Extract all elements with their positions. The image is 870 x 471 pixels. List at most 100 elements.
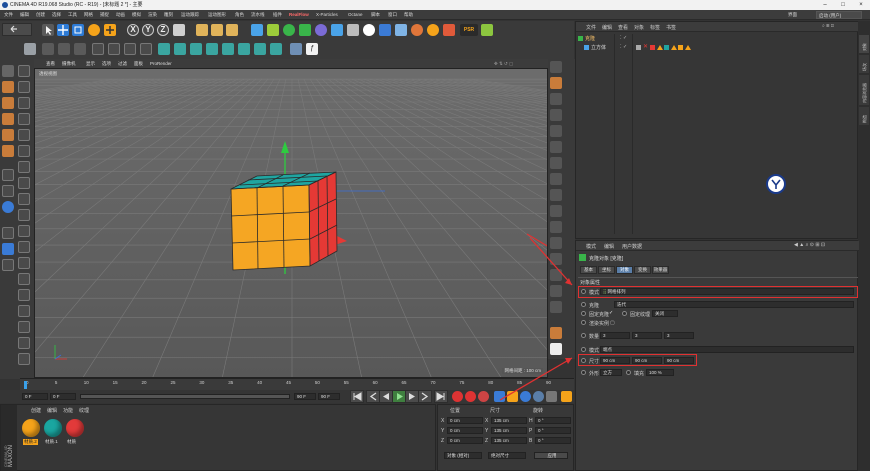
tool-f-icon[interactable] (550, 141, 562, 153)
perspective-viewport[interactable]: 透视视图 网格间距 : 100 cm (34, 68, 548, 378)
edges-mode-icon[interactable] (108, 43, 120, 55)
fix-texture-dropdown[interactable]: 关闭 (652, 310, 678, 317)
realflow-emitter-icon[interactable] (379, 24, 391, 36)
prev-frame-button[interactable] (379, 390, 393, 403)
triangulate-icon[interactable] (18, 353, 30, 365)
tool-j-icon[interactable] (550, 205, 562, 217)
attribute-tab[interactable]: 坐标 (598, 266, 615, 274)
menu-plugins[interactable]: 插件 (273, 10, 282, 20)
shape-radio[interactable] (581, 370, 586, 375)
y-axis-lock-button[interactable]: Y (142, 24, 154, 36)
fix-clone-radio[interactable] (581, 311, 586, 316)
knife-icon[interactable] (2, 145, 14, 157)
texture-axis-icon[interactable] (2, 97, 14, 109)
tool-o-icon[interactable] (550, 285, 562, 297)
menu-snap[interactable]: 捕捉 (100, 10, 109, 20)
position-key-icon[interactable] (494, 391, 505, 402)
coord-apply-button[interactable]: 应用 (534, 452, 568, 459)
vp-menu-options[interactable]: 选项 (102, 59, 111, 68)
x-axis-lock-button[interactable]: X (127, 24, 139, 36)
menu-sculpt[interactable]: 雕刻 (164, 10, 173, 20)
om-nav-icons[interactable]: ⌕ ⊞ ⊡ (822, 23, 834, 29)
sculpt-brush-icon[interactable] (550, 77, 562, 89)
environment-icon[interactable] (331, 24, 343, 36)
tag-selection3-icon[interactable] (685, 45, 691, 50)
menu-render[interactable]: 渲染 (148, 10, 157, 20)
xparticles-emitter-icon[interactable] (443, 24, 455, 36)
vp-menu-prorender[interactable]: ProRender (150, 59, 172, 68)
playhead[interactable] (24, 381, 27, 389)
vp-nav-icons[interactable]: ✥ ⇅ ↺ ▢ (494, 59, 513, 68)
om-menu-object[interactable]: 对象 (634, 24, 644, 31)
menu-octane[interactable]: Octane (348, 10, 363, 20)
tag-phong-icon[interactable] (636, 45, 641, 50)
close-hole-icon[interactable] (18, 257, 30, 269)
menu-realflow[interactable]: RealFlow (289, 10, 309, 20)
instance-mode-radio[interactable] (581, 320, 586, 325)
xp-question-icon[interactable] (190, 43, 202, 55)
texture-icon[interactable] (2, 81, 14, 93)
xp-cache-icon[interactable] (206, 43, 218, 55)
subdivision-surface-icon[interactable] (283, 24, 295, 36)
menu-script[interactable]: 脚本 (371, 10, 380, 20)
menu-file[interactable]: 文件 (4, 10, 13, 20)
xp-expression-icon[interactable]: ƒ (306, 43, 318, 55)
tag-selection2-icon[interactable] (671, 45, 677, 50)
coord-rotation-field[interactable]: 0 ° (535, 417, 571, 424)
play-button[interactable] (392, 390, 406, 403)
menu-mesh[interactable]: 网格 (84, 10, 93, 20)
rotation-key-icon[interactable] (520, 391, 531, 402)
current-frame-field[interactable]: 0 F (50, 393, 76, 400)
attribute-tab[interactable]: 效果器 (652, 266, 669, 274)
coord-size-mode-dropdown[interactable]: 绝对尺寸 (488, 452, 526, 459)
goto-start-button[interactable] (350, 390, 364, 403)
loop-cut-icon[interactable] (18, 193, 30, 205)
octane-live-viewer-icon[interactable] (481, 24, 493, 36)
record-active-icon[interactable] (452, 391, 463, 402)
psr-button[interactable]: PSR (460, 24, 478, 36)
coord-size-field[interactable]: 135 cm (491, 427, 527, 434)
close-button[interactable]: × (852, 0, 870, 10)
soft-selection-icon[interactable] (2, 243, 14, 255)
cube-visibility-dots[interactable]: ⁚ ✓ (620, 44, 627, 50)
tool-e-icon[interactable] (550, 125, 562, 137)
layer-manager-icon[interactable] (2, 227, 14, 239)
model-mode-icon[interactable] (42, 43, 54, 55)
smooth-icon[interactable] (18, 145, 30, 157)
max-frame-field[interactable]: 90 F (318, 393, 340, 400)
layout-dropdown[interactable]: 启动 (用户) (816, 11, 862, 19)
xp-shelf-icon[interactable] (290, 43, 302, 55)
size-z-field[interactable]: 90 cm (664, 357, 694, 364)
tag-material-teal-icon[interactable] (664, 45, 669, 50)
tag-selection-icon[interactable] (657, 45, 663, 50)
xp-skinner-icon[interactable] (270, 43, 282, 55)
side-tab-structure[interactable]: 构造 (859, 107, 869, 125)
brush-tool-icon[interactable] (18, 65, 30, 77)
fill-field[interactable]: 100 % (646, 369, 674, 376)
am-menu-userdata[interactable]: 用户数据 (622, 243, 642, 250)
menu-help[interactable]: 帮助 (404, 10, 413, 20)
tool-n-icon[interactable] (550, 269, 562, 281)
timeline-menu-icon[interactable] (561, 391, 572, 402)
object-axis-icon[interactable] (2, 113, 14, 125)
live-selection-icon[interactable] (18, 81, 30, 93)
coordinate-system-icon[interactable] (173, 24, 185, 36)
viewport-solo-icon[interactable] (2, 259, 14, 271)
pen-spline-icon[interactable] (267, 24, 279, 36)
tool-g-icon[interactable] (550, 157, 562, 169)
menu-simulate[interactable]: 模拟 (132, 10, 141, 20)
fill-radio[interactable] (626, 370, 631, 375)
tool-h-icon[interactable] (550, 173, 562, 185)
extrude-icon[interactable] (18, 97, 30, 109)
menu-mograph[interactable]: 运动图形 (208, 10, 226, 20)
tool-i-icon[interactable] (550, 189, 562, 201)
menu-window[interactable]: 窗口 (388, 10, 397, 20)
menu-xparticles[interactable]: X-Particles (316, 10, 338, 20)
coord-mode-dropdown[interactable]: 对象 (相对) (444, 452, 482, 459)
prev-key-button[interactable] (366, 390, 380, 403)
side-tab-objects[interactable]: 对象 (859, 35, 869, 53)
select-arrow-icon[interactable] (42, 24, 54, 36)
tool-d-icon[interactable] (550, 109, 562, 121)
vp-menu-panel[interactable]: 面板 (134, 59, 143, 68)
next-frame-button[interactable] (405, 390, 419, 403)
